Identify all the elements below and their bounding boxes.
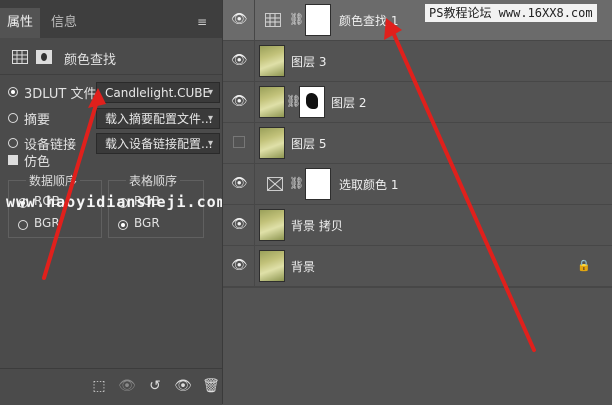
lut-dropdown[interactable]: Candlelight.CUBE ▾ xyxy=(96,82,220,103)
layer-name[interactable]: 图层 2 xyxy=(331,94,366,111)
eye-icon[interactable]: 👁 xyxy=(231,13,248,27)
panel-menu-icon[interactable]: ≡ xyxy=(197,15,207,29)
layer-name[interactable]: 背景 xyxy=(291,258,315,275)
layer-row[interactable]: 图层 5 xyxy=(223,123,612,164)
tab-info[interactable]: 信息 xyxy=(44,8,84,38)
device-link-dropdown[interactable]: 载入设备链接配置... ▾ xyxy=(96,133,220,154)
color-lookup-icon xyxy=(265,13,281,27)
eye-icon[interactable]: 👁 xyxy=(231,95,248,109)
chevron-down-icon: ▾ xyxy=(207,138,213,149)
abstract-value: 载入摘要配置文件... xyxy=(105,112,213,126)
color-lookup-icon xyxy=(12,50,28,64)
adjustment-title: 颜色查找 xyxy=(64,53,117,68)
layer-name[interactable]: 图层 3 xyxy=(291,53,326,70)
eye-icon[interactable]: 👁 xyxy=(231,259,248,273)
layer-thumbnail xyxy=(259,209,285,241)
layer-mask-thumbnail[interactable] xyxy=(305,168,331,200)
view-previous-state-icon[interactable]: 👁 xyxy=(118,377,136,395)
abstract-dropdown[interactable]: 载入摘要配置文件... ▾ xyxy=(96,108,220,129)
divider xyxy=(254,41,255,82)
layer-thumbnail xyxy=(259,127,285,159)
lut-value: Candlelight.CUBE xyxy=(105,86,211,100)
eye-icon[interactable]: 👁 xyxy=(231,54,248,68)
layer-name[interactable]: 颜色查找 1 xyxy=(339,12,398,29)
visibility-toggle-empty[interactable] xyxy=(233,136,245,148)
layer-thumbnail xyxy=(259,250,285,282)
clip-to-layer-icon[interactable]: ⬚ xyxy=(90,377,108,395)
layer-row[interactable]: 👁 ⛓ 选取颜色 1 xyxy=(223,164,612,205)
table-order-bgr-label: BGR xyxy=(134,216,160,230)
layer-row[interactable]: 👁 ⛓ 图层 2 xyxy=(223,82,612,123)
layer-row[interactable]: 👁 ⛓ 颜色查找 1 PS教程论坛 www.16XX8.com xyxy=(223,0,612,41)
link-icon[interactable]: ⛓ xyxy=(289,12,304,26)
abstract-radio[interactable] xyxy=(8,113,18,123)
abstract-label: 摘要 xyxy=(24,113,51,128)
reset-icon[interactable]: ↺ xyxy=(146,377,164,395)
divider xyxy=(223,287,612,288)
selective-color-icon xyxy=(267,177,283,191)
link-icon[interactable]: ⛓ xyxy=(289,176,304,190)
layer-mask-thumbnail[interactable] xyxy=(299,86,325,118)
eye-icon[interactable]: 👁 xyxy=(231,177,248,191)
layers-panel: 👁 ⛓ 颜色查找 1 PS教程论坛 www.16XX8.com 👁 图层 3 👁… xyxy=(222,0,612,404)
layer-name[interactable]: 选取颜色 1 xyxy=(339,176,398,193)
layer-thumbnail xyxy=(259,86,285,118)
layer-row[interactable]: 👁 背景 拷贝 xyxy=(223,205,612,246)
properties-toolbar: ⬚ 👁 ↺ 👁 🗑 xyxy=(0,368,222,405)
divider xyxy=(254,205,255,246)
dither-label: 仿色 xyxy=(24,155,51,170)
layer-name[interactable]: 图层 5 xyxy=(291,135,326,152)
divider xyxy=(254,82,255,123)
properties-tab-bar: 属性 信息 ≡ xyxy=(0,0,222,38)
eye-icon[interactable]: 👁 xyxy=(231,218,248,232)
data-order-bgr-radio[interactable] xyxy=(18,220,28,230)
chevron-down-icon: ▾ xyxy=(207,87,213,98)
visibility-eye-icon[interactable]: 👁 xyxy=(174,377,192,395)
device-link-radio[interactable] xyxy=(8,138,18,148)
mask-icon[interactable] xyxy=(36,50,52,64)
layer-mask-thumbnail[interactable] xyxy=(305,4,331,36)
data-order-title: 数据顺序 xyxy=(26,172,81,189)
device-link-value: 载入设备链接配置... xyxy=(105,137,213,151)
divider xyxy=(254,164,255,205)
dither-checkbox[interactable] xyxy=(8,155,18,165)
lut-radio[interactable] xyxy=(8,87,18,97)
divider xyxy=(254,246,255,287)
properties-panel: 属性 信息 ≡ 颜色查找 3DLUT 文件 Candlelight.CUBE ▾… xyxy=(0,0,226,405)
trash-icon[interactable]: 🗑 xyxy=(202,377,220,395)
table-order-bgr-radio[interactable] xyxy=(118,220,128,230)
watermark-text: PS教程论坛 www.16XX8.com xyxy=(425,4,597,22)
layer-row[interactable]: 👁 图层 3 xyxy=(223,41,612,82)
layer-row[interactable]: 👁 背景 🔒 xyxy=(223,246,612,287)
divider xyxy=(0,74,222,75)
divider xyxy=(254,123,255,164)
watermark-text: www.haoyidiansheji.com xyxy=(6,193,227,211)
table-order-title: 表格顺序 xyxy=(126,172,181,189)
data-order-bgr-label: BGR xyxy=(34,216,60,230)
layer-thumbnail xyxy=(259,45,285,77)
chevron-down-icon: ▾ xyxy=(207,113,213,124)
lock-icon[interactable]: 🔒 xyxy=(577,259,591,272)
lut-label: 3DLUT 文件 xyxy=(24,87,97,102)
divider xyxy=(254,0,255,41)
tab-properties[interactable]: 属性 xyxy=(0,8,40,38)
layer-name[interactable]: 背景 拷贝 xyxy=(291,217,343,234)
